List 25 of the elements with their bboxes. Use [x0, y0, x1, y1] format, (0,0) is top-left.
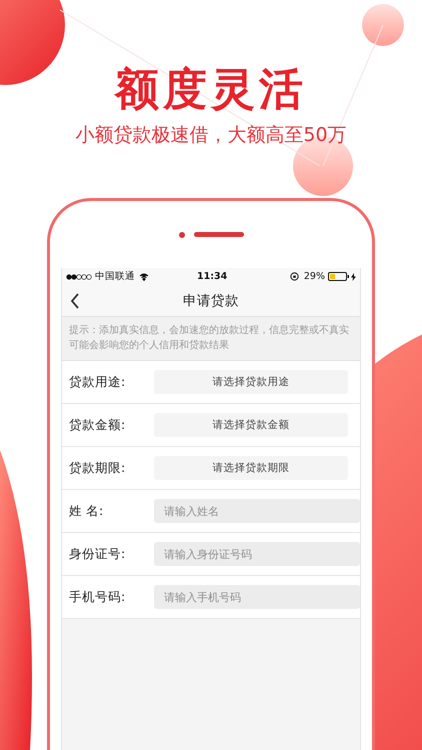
input-field[interactable]: 请输入身份证号码: [154, 542, 360, 566]
select-field[interactable]: 请选择贷款用途: [154, 370, 348, 394]
field-label: 手机号码:: [69, 588, 126, 606]
field-label: 贷款金额:: [69, 416, 126, 434]
field-label: 身份证号:: [69, 546, 126, 562]
carrier-name: 中国联通: [95, 270, 135, 283]
camera-icon: [178, 232, 184, 238]
status-time: 11:34: [197, 271, 228, 282]
input-field[interactable]: 请输入手机号码: [154, 585, 360, 609]
speaker-icon: [194, 232, 244, 237]
field-label: 姓 名:: [69, 502, 104, 520]
field-label: 贷款期限:: [69, 460, 126, 476]
battery-percent: 29%: [304, 271, 325, 282]
field-label: 贷款用途:: [69, 374, 126, 390]
wifi-icon: [139, 272, 149, 280]
battery-icon: [328, 272, 350, 281]
charging-icon: [351, 272, 356, 280]
select-field[interactable]: 请选择贷款金额: [154, 413, 348, 437]
select-field[interactable]: 请选择贷款期限: [154, 456, 348, 480]
input-field[interactable]: 请输入姓名: [154, 499, 360, 523]
page-title: 申请贷款: [183, 292, 239, 310]
signal-icon: [66, 274, 92, 280]
headline: 额度灵活: [115, 63, 307, 117]
rotation-lock-icon: [290, 272, 299, 281]
subtitle: 小额贷款极速借，大额高至50万: [75, 123, 347, 148]
